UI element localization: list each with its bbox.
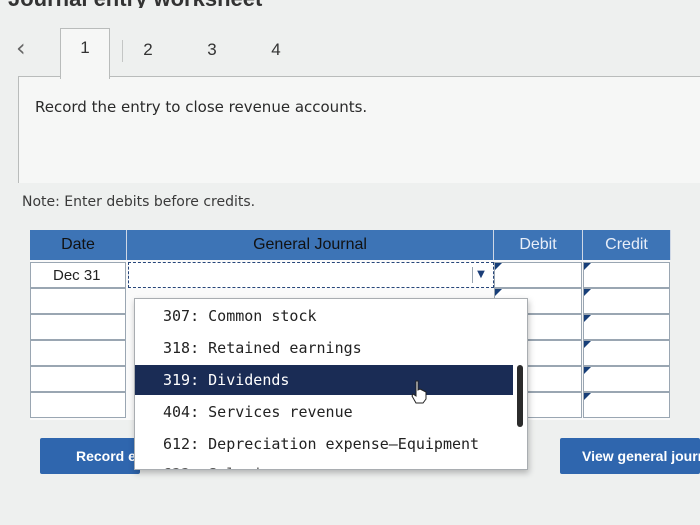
date-cell[interactable] [30,392,126,418]
credit-input[interactable] [583,262,670,288]
credit-input[interactable] [583,314,670,340]
general-journal-header: General Journal [127,230,494,260]
credit-input[interactable] [583,288,670,314]
account-dropdown-list: 307: Common stock 318: Retained earnings… [134,298,528,470]
debit-input[interactable] [494,262,582,288]
instruction-text: Record the entry to close revenue accoun… [35,98,368,116]
instruction-panel: Record the entry to close revenue accoun… [18,76,700,183]
tab-1[interactable]: 1 [60,28,110,79]
record-entry-button[interactable]: Record entry [40,438,140,474]
date-cell[interactable] [30,288,126,314]
tab-2[interactable]: 2 [124,40,172,64]
account-option[interactable]: 404: Services revenue [135,397,513,427]
credit-input[interactable] [583,392,670,418]
account-select[interactable]: ▼ [128,262,494,288]
tab-divider [122,40,123,62]
account-option[interactable]: 612: Depreciation expense—Equipment [135,429,513,459]
credit-header: Credit [583,230,671,260]
dropdown-scrollbar[interactable] [517,365,523,427]
chevron-down-icon[interactable]: ▼ [472,267,489,283]
tab-3[interactable]: 3 [188,40,236,64]
credit-input[interactable] [583,340,670,366]
view-general-journal-button[interactable]: View general journal [560,438,700,474]
account-option[interactable]: 307: Common stock [135,301,513,331]
account-option[interactable]: 622: Salaries expense [135,459,513,469]
credit-input[interactable] [583,366,670,392]
page-title: Journal entry worksheet [0,0,700,8]
account-option-highlighted[interactable]: 319: Dividends [135,365,513,395]
debit-header: Debit [494,230,583,260]
tab-4[interactable]: 4 [252,40,300,64]
date-cell: Dec 31 [30,262,126,288]
chevron-left-icon[interactable]: ‹ [16,36,40,60]
date-cell[interactable] [30,366,126,392]
date-cell[interactable] [30,314,126,340]
note-text: Note: Enter debits before credits. [22,194,256,210]
date-header: Date [30,230,127,260]
entry-tabs: ‹ 1 2 3 4 [0,26,700,79]
date-cell[interactable] [30,340,126,366]
account-option[interactable]: 318: Retained earnings [135,333,513,363]
